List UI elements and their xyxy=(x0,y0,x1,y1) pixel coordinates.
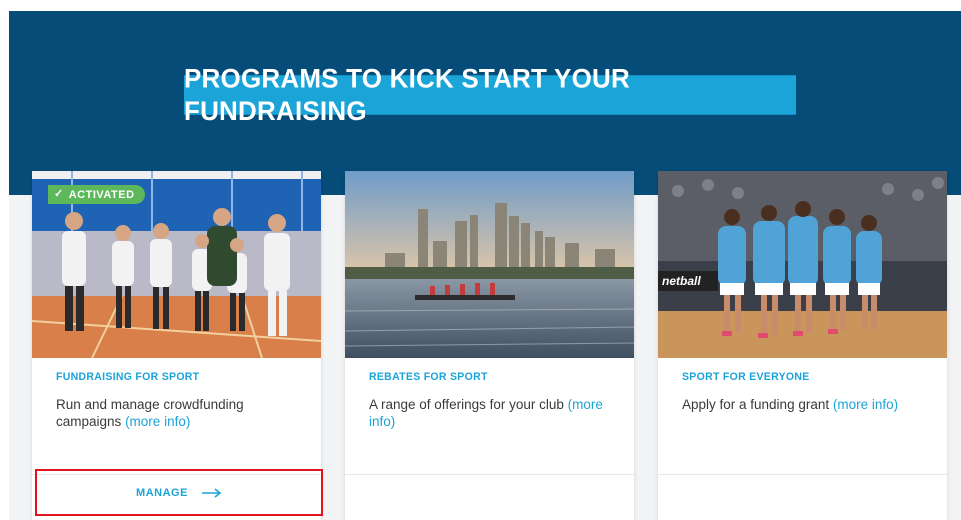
divider xyxy=(658,474,947,475)
card-description-text: A range of offerings for your club xyxy=(369,397,564,412)
badge-label: ACTIVATED xyxy=(68,188,135,201)
program-card-rebates[interactable]: REBATES FOR SPORT A range of offerings f… xyxy=(345,171,634,520)
card-image-fencing[interactable]: ✓ ACTIVATED xyxy=(32,171,321,358)
activated-badge: ✓ ACTIVATED xyxy=(48,185,145,204)
card-category: REBATES FOR SPORT xyxy=(369,370,488,384)
more-info-link[interactable]: (more info) xyxy=(833,397,898,412)
rowing-photo xyxy=(345,171,634,358)
netball-photo: netball xyxy=(658,171,947,358)
card-category: FUNDRAISING FOR SPORT xyxy=(56,370,200,384)
card-description: A range of offerings for your club (more… xyxy=(369,396,619,430)
manage-button[interactable]: MANAGE xyxy=(35,469,323,516)
page-title: PROGRAMS TO KICK START YOUR FUNDRAISING xyxy=(184,63,796,126)
netball-logo-text: netball xyxy=(662,274,701,288)
manage-button-content: MANAGE xyxy=(136,487,222,499)
divider xyxy=(345,474,634,475)
more-info-link[interactable]: (more info) xyxy=(125,414,190,429)
card-description: Apply for a funding grant (more info) xyxy=(682,396,932,413)
card-category: SPORT FOR EVERYONE xyxy=(682,370,810,384)
program-card-everyone[interactable]: netball SPORT FOR EVERYONE Apply for a f… xyxy=(658,171,947,520)
program-card-fundraising[interactable]: ✓ ACTIVATED FUNDRAISING FOR SPORT Run an… xyxy=(32,171,321,520)
manage-label: MANAGE xyxy=(136,486,188,499)
card-description: Run and manage crowdfunding campaigns (m… xyxy=(56,396,306,430)
card-image-netball[interactable]: netball xyxy=(658,171,947,358)
card-image-rowing[interactable] xyxy=(345,171,634,358)
check-icon: ✓ xyxy=(54,188,64,200)
card-description-text: Apply for a funding grant xyxy=(682,397,830,412)
arrow-right-icon xyxy=(201,487,222,498)
